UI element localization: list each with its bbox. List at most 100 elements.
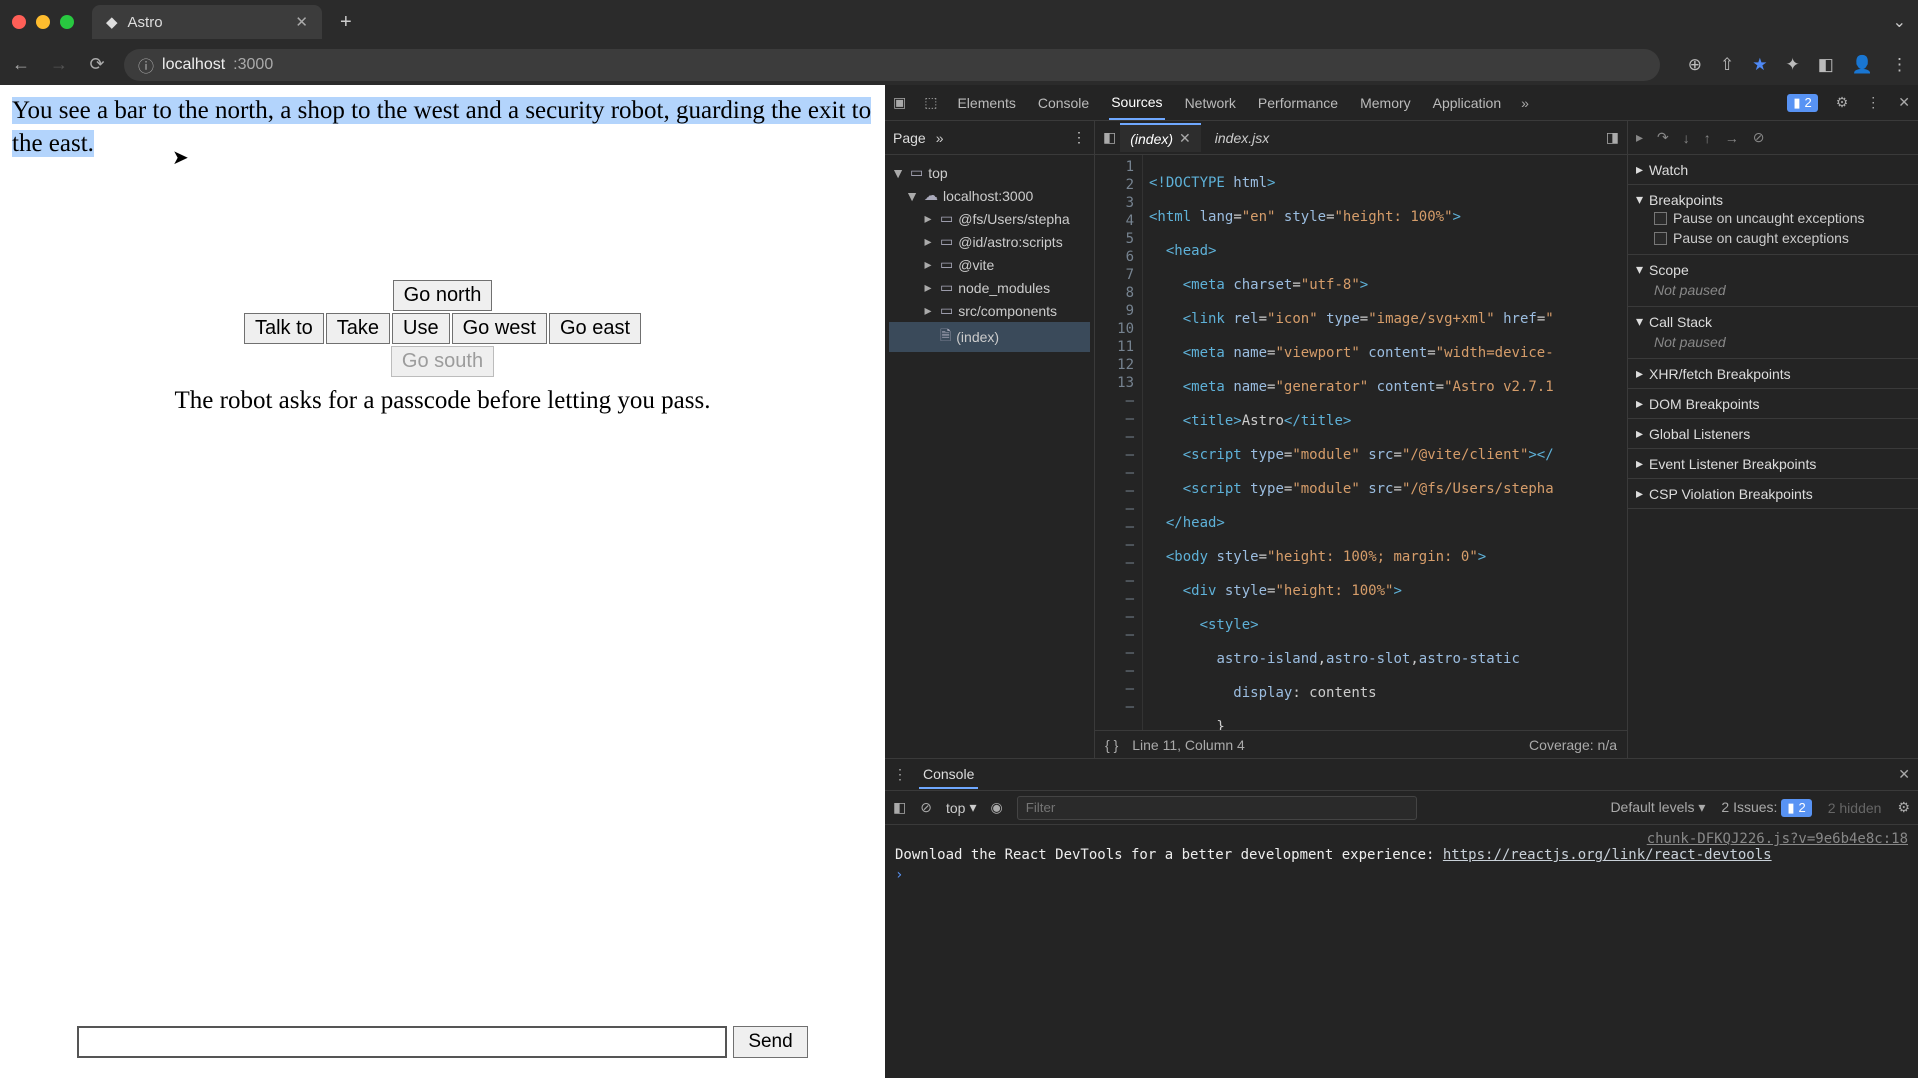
go-south-button[interactable]: Go south [391, 346, 494, 377]
maximize-window-button[interactable] [60, 15, 74, 29]
pause-caught-checkbox[interactable]: Pause on caught exceptions [1636, 228, 1910, 248]
forward-button[interactable]: → [48, 54, 70, 75]
console-drawer: ⋮ Console ✕ ◧ ⊘ top ▾ ◉ Default levels ▾… [885, 758, 1918, 1078]
section-csp[interactable]: ▸CSP Violation Breakpoints [1636, 485, 1910, 502]
minimize-window-button[interactable] [36, 15, 50, 29]
go-east-button[interactable]: Go east [549, 313, 641, 344]
live-expression-icon[interactable]: ◉ [990, 799, 1002, 816]
tab-network[interactable]: Network [1183, 87, 1238, 119]
go-west-button[interactable]: Go west [452, 313, 547, 344]
take-button[interactable]: Take [326, 313, 390, 344]
site-info-icon[interactable]: ⓘ [138, 53, 154, 77]
inspect-icon[interactable]: ▣ [893, 94, 906, 111]
more-tabs-icon[interactable]: » [1521, 95, 1529, 111]
section-global[interactable]: ▸Global Listeners [1636, 425, 1910, 442]
new-tab-button[interactable]: + [330, 11, 362, 34]
subtab-page[interactable]: Page [893, 130, 926, 146]
drawer-menu-icon[interactable]: ⋮ [893, 766, 907, 783]
close-drawer-icon[interactable]: ✕ [1898, 766, 1910, 783]
browser-tab[interactable]: ◆ Astro ✕ [92, 5, 322, 39]
navigator-menu-icon[interactable]: ⋮ [1072, 129, 1086, 146]
share-icon[interactable]: ⇧ [1720, 55, 1734, 75]
editor-tab-indexjsx[interactable]: index.jsx [1205, 125, 1279, 151]
code-editor[interactable]: 12345678910111213–––––––––––––––––– <!DO… [1095, 155, 1627, 730]
tree-folder[interactable]: ▸▭@id/astro:scripts [889, 230, 1090, 253]
console-sidebar-icon[interactable]: ◧ [893, 799, 906, 816]
kebab-icon[interactable]: ⋮ [1866, 94, 1880, 111]
device-mode-icon[interactable]: ⬚ [924, 94, 937, 111]
tab-performance[interactable]: Performance [1256, 87, 1340, 119]
console-prompt[interactable]: › [895, 863, 1908, 883]
devtools: ▣ ⬚ Elements Console Sources Network Per… [885, 85, 1918, 1078]
tree-top[interactable]: ▼▭top [889, 161, 1090, 184]
step-icon[interactable]: → [1725, 130, 1739, 146]
reload-button[interactable]: ⟳ [86, 54, 108, 75]
bookmark-icon[interactable]: ★ [1752, 55, 1767, 75]
close-window-button[interactable] [12, 15, 26, 29]
tab-console[interactable]: Console [1036, 87, 1091, 119]
tree-folder[interactable]: ▸▭node_modules [889, 276, 1090, 299]
context-selector[interactable]: top ▾ [946, 799, 977, 816]
tree-folder[interactable]: ▸▭@vite [889, 253, 1090, 276]
editor-tabs: ◧ (index)✕ index.jsx ◨ [1095, 121, 1627, 155]
log-link[interactable]: https://reactjs.org/link/react-devtools [1443, 847, 1772, 863]
toolbar-icons: ⊕ ⇧ ★ ✦ ◧ 👤 ⋮ [1688, 55, 1908, 75]
step-over-icon[interactable]: ↷ [1657, 129, 1669, 146]
debugger-toolbar: ▸ ↷ ↓ ↑ → ⊘ [1628, 121, 1918, 155]
tree-folder[interactable]: ▸▭src/components [889, 299, 1090, 322]
more-subtabs-icon[interactable]: » [936, 130, 944, 146]
section-callstack[interactable]: ▾Call Stack [1636, 313, 1910, 330]
command-input[interactable] [77, 1026, 727, 1058]
extensions-icon[interactable]: ✦ [1786, 55, 1800, 75]
section-watch[interactable]: ▸Watch [1636, 161, 1910, 178]
close-devtools-icon[interactable]: ✕ [1898, 94, 1910, 111]
section-event[interactable]: ▸Event Listener Breakpoints [1636, 455, 1910, 472]
section-breakpoints[interactable]: ▾Breakpoints [1636, 191, 1910, 208]
tab-sources[interactable]: Sources [1109, 86, 1164, 120]
tab-memory[interactable]: Memory [1358, 87, 1413, 119]
issues-label[interactable]: 2 Issues: ▮ 2 [1721, 799, 1811, 817]
console-settings-icon[interactable]: ⚙ [1897, 799, 1910, 816]
close-editor-tab-icon[interactable]: ✕ [1179, 130, 1191, 147]
toggle-debugger-icon[interactable]: ◨ [1606, 129, 1619, 146]
zoom-icon[interactable]: ⊕ [1688, 55, 1702, 75]
close-tab-icon[interactable]: ✕ [295, 13, 308, 31]
issues-badge[interactable]: ▮ 2 [1787, 94, 1817, 112]
tab-application[interactable]: Application [1431, 87, 1504, 119]
step-out-icon[interactable]: ↑ [1704, 130, 1711, 146]
url-input[interactable]: ⓘ localhost:3000 [124, 49, 1660, 81]
pause-uncaught-checkbox[interactable]: Pause on uncaught exceptions [1636, 208, 1910, 228]
step-into-icon[interactable]: ↓ [1683, 130, 1690, 146]
profile-icon[interactable]: 👤 [1852, 55, 1873, 75]
menu-icon[interactable]: ⋮ [1891, 55, 1908, 75]
tab-overflow-icon[interactable]: ⌄ [1893, 12, 1906, 32]
send-button[interactable]: Send [733, 1026, 807, 1058]
section-scope[interactable]: ▾Scope [1636, 261, 1910, 278]
clear-console-icon[interactable]: ⊘ [920, 799, 932, 816]
go-north-button[interactable]: Go north [393, 280, 493, 311]
section-xhr[interactable]: ▸XHR/fetch Breakpoints [1636, 365, 1910, 382]
tree-file-index[interactable]: 🗎(index) [889, 322, 1090, 352]
deactivate-bp-icon[interactable]: ⊘ [1753, 129, 1765, 146]
log-levels-selector[interactable]: Default levels ▾ [1610, 799, 1705, 816]
toggle-nav-icon[interactable]: ◧ [1103, 129, 1116, 146]
settings-icon[interactable]: ⚙ [1836, 94, 1849, 111]
tree-host[interactable]: ▼☁localhost:3000 [889, 184, 1090, 207]
tree-folder[interactable]: ▸▭@fs/Users/stepha [889, 207, 1090, 230]
back-button[interactable]: ← [10, 54, 32, 75]
section-dom[interactable]: ▸DOM Breakpoints [1636, 395, 1910, 412]
devtools-tabs: ▣ ⬚ Elements Console Sources Network Per… [885, 85, 1918, 121]
talk-to-button[interactable]: Talk to [244, 313, 324, 344]
console-filter-input[interactable] [1017, 796, 1417, 820]
editor-tab-index[interactable]: (index)✕ [1120, 123, 1201, 152]
tab-bar: ◆ Astro ✕ + ⌄ [0, 0, 1918, 44]
pretty-print-icon[interactable]: { } [1105, 737, 1118, 753]
pause-icon[interactable]: ▸ [1636, 129, 1643, 146]
game-controls: Go north Talk to Take Use Go west Go eas… [12, 280, 873, 415]
drawer-tab-console[interactable]: Console [919, 761, 978, 789]
sidepanel-icon[interactable]: ◧ [1818, 55, 1834, 75]
log-source[interactable]: chunk-DFKQJ226.js?v=9e6b4e8c:18 [895, 831, 1908, 847]
line-gutter: 12345678910111213–––––––––––––––––– [1095, 155, 1143, 730]
use-button[interactable]: Use [392, 313, 450, 344]
tab-elements[interactable]: Elements [955, 87, 1017, 119]
